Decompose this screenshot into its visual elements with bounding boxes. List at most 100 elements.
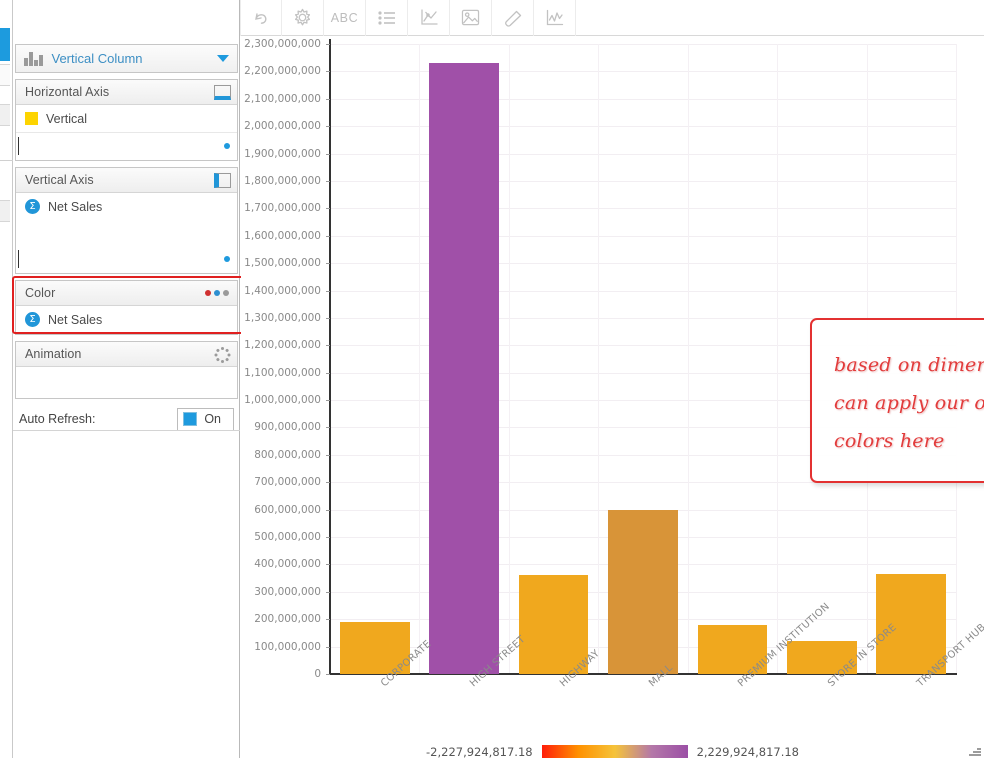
gridline-horizontal	[330, 263, 956, 265]
y-tick-mark	[326, 427, 330, 429]
y-tick-label: 1,800,000,000	[244, 174, 321, 187]
bar-transport-hub[interactable]	[876, 574, 947, 674]
y-tick-label: 1,900,000,000	[244, 147, 321, 160]
y-tick-label: 1,400,000,000	[244, 284, 321, 297]
collapsed-panel-selected-item[interactable]	[0, 28, 10, 61]
panel-vertical-axis: Vertical Axis Σ Net Sales	[15, 167, 238, 274]
undo-icon[interactable]	[240, 0, 282, 36]
chart-canvas[interactable]: 2,300,000,000 2,200,000,000 2,100,000,000 2…	[241, 37, 984, 758]
y-tick-label: 1,000,000,000	[244, 394, 321, 407]
annotation-callout[interactable]: based on dimension we can apply our own …	[810, 318, 984, 483]
y-tick-mark	[326, 646, 330, 648]
collapsed-left-panel[interactable]	[0, 0, 13, 758]
y-tick-label: 0	[314, 668, 321, 680]
chart-toolbar: ABC	[240, 0, 984, 36]
y-tick-label: 2,200,000,000	[244, 65, 321, 78]
divider	[0, 160, 13, 161]
y-tick-label: 1,600,000,000	[244, 229, 321, 242]
y-tick-mark	[326, 372, 330, 374]
resize-handle[interactable]	[968, 743, 981, 756]
panel-header: Vertical Axis	[16, 168, 237, 193]
add-field-dot-icon[interactable]	[224, 143, 230, 149]
collapsed-panel-item[interactable]	[0, 64, 10, 86]
y-tick-label: 600,000,000	[254, 503, 321, 516]
gridline-horizontal	[330, 71, 956, 73]
panel-title: Horizontal Axis	[25, 85, 110, 99]
panel-body[interactable]: Vertical	[16, 105, 237, 160]
panel-body[interactable]: Σ Net Sales	[16, 306, 237, 334]
bar-high-street[interactable]	[429, 63, 500, 674]
y-tick-label: 300,000,000	[254, 585, 321, 598]
y-tick-mark	[326, 290, 330, 292]
line-chart-icon[interactable]	[534, 0, 576, 36]
color-legend: -2,227,924,817.18 2,229,924,817.18	[241, 739, 984, 758]
y-tick-mark	[326, 564, 330, 566]
panel-header: Color	[16, 281, 237, 306]
text-caret	[18, 250, 19, 268]
y-tick-label: 1,100,000,000	[244, 366, 321, 379]
y-tick-label: 2,100,000,000	[244, 92, 321, 105]
collapsed-panel-item[interactable]	[0, 104, 10, 126]
color-dots-icon	[205, 290, 229, 296]
y-tick-mark	[326, 208, 330, 210]
y-tick-mark	[326, 263, 330, 265]
y-tick-mark	[326, 509, 330, 511]
tag-icon[interactable]	[492, 0, 534, 36]
chart-type-selector[interactable]: Vertical Column	[15, 44, 238, 73]
vertical-axis-icon	[214, 173, 231, 188]
chevron-down-icon[interactable]	[217, 55, 229, 62]
y-tick-label: 100,000,000	[254, 640, 321, 653]
auto-refresh-row: Auto Refresh: On	[15, 405, 238, 433]
y-tick-label: 1,500,000,000	[244, 257, 321, 270]
y-axis-line	[329, 39, 331, 673]
checkbox-checked-icon[interactable]	[183, 412, 198, 426]
sigma-measure-icon: Σ	[25, 312, 40, 327]
gridline-vertical	[598, 44, 600, 674]
bar-chart-icon	[24, 51, 43, 66]
gear-icon[interactable]	[282, 0, 324, 36]
yellow-swatch-icon	[25, 112, 38, 125]
add-field-dot-icon[interactable]	[224, 256, 230, 262]
field-label: Net Sales	[48, 199, 103, 214]
legend-gradient-bar	[541, 744, 688, 758]
gridline-horizontal	[330, 44, 956, 45]
field-chip-net-sales-color[interactable]: Σ Net Sales	[16, 306, 237, 333]
collapsed-panel-item[interactable]	[0, 200, 10, 222]
abc-text-icon[interactable]: ABC	[324, 0, 366, 36]
y-tick-mark	[326, 126, 330, 128]
y-tick-mark	[326, 153, 330, 155]
image-icon[interactable]	[450, 0, 492, 36]
gridline-horizontal	[330, 290, 956, 292]
auto-refresh-toggle[interactable]: On	[177, 407, 234, 431]
sigma-measure-icon: Σ	[25, 199, 40, 214]
auto-refresh-label: Auto Refresh:	[19, 412, 96, 426]
bar-highway[interactable]	[518, 575, 589, 674]
panel-title: Vertical Axis	[25, 173, 94, 187]
y-tick-mark	[326, 345, 330, 347]
gridline-horizontal	[330, 126, 956, 128]
y-tick-mark	[326, 98, 330, 100]
y-tick-mark	[326, 44, 330, 45]
vertical-axis-drop-zone[interactable]	[16, 246, 237, 273]
chart-designer-window: Vertical Column Horizontal Axis Vertical	[0, 0, 984, 758]
y-tick-label: 400,000,000	[254, 558, 321, 571]
spinner-icon	[214, 347, 230, 363]
auto-refresh-state: On	[204, 412, 221, 426]
gridline-horizontal	[330, 208, 956, 210]
field-label: Vertical	[46, 111, 87, 126]
list-icon[interactable]	[366, 0, 408, 36]
chart-config-sidebar: Vertical Column Horizontal Axis Vertical	[12, 0, 244, 758]
panel-horizontal-axis: Horizontal Axis Vertical	[15, 79, 238, 161]
gridline-horizontal	[330, 98, 956, 100]
animation-drop-zone[interactable]	[16, 367, 237, 398]
field-chip-vertical[interactable]: Vertical	[16, 105, 237, 132]
gridline-vertical	[687, 44, 689, 674]
gridline-horizontal	[330, 235, 956, 237]
trend-chart-icon[interactable]	[408, 0, 450, 36]
bar-mall[interactable]	[608, 509, 678, 674]
panel-body[interactable]: Σ Net Sales	[16, 193, 237, 273]
gridline-vertical	[777, 44, 779, 674]
horizontal-axis-drop-zone[interactable]	[16, 132, 237, 159]
field-chip-net-sales[interactable]: Σ Net Sales	[16, 193, 237, 220]
y-tick-label: 2,300,000,000	[244, 38, 321, 50]
